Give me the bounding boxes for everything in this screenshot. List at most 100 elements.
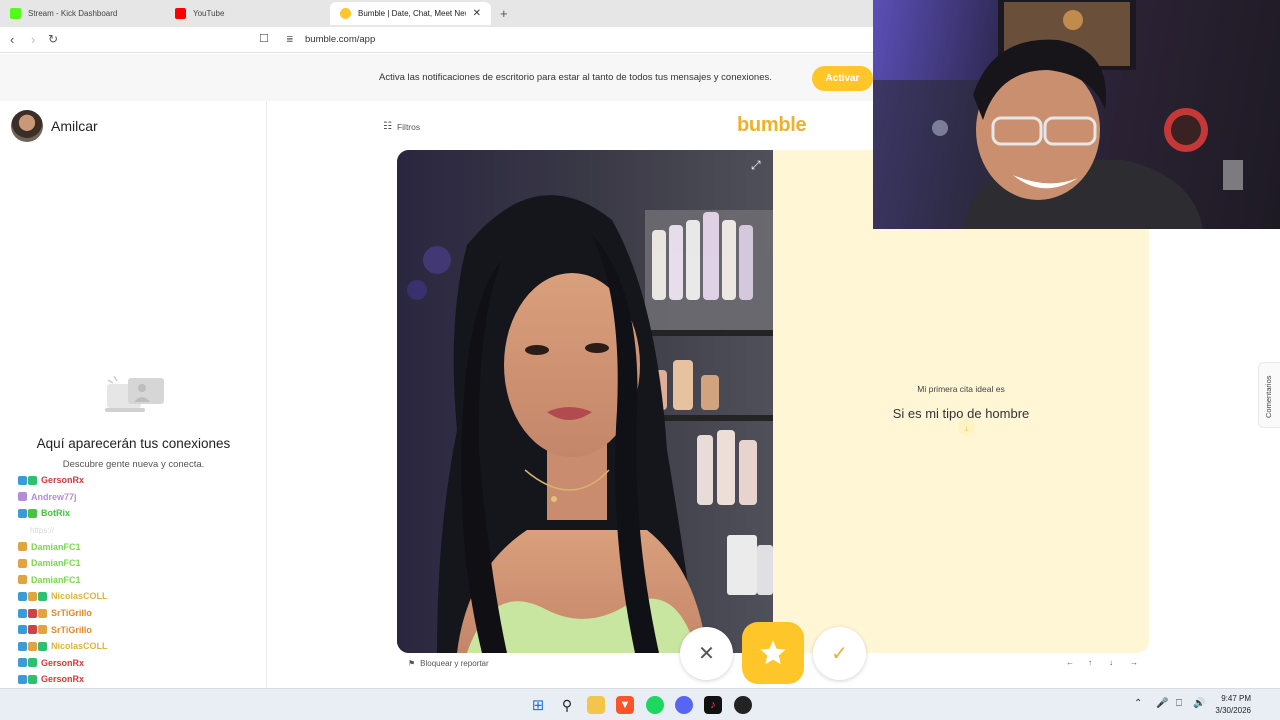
tiktok-icon[interactable]: ♪ — [704, 696, 722, 714]
discord-icon[interactable] — [675, 696, 693, 714]
chat-badge-icon — [28, 641, 37, 651]
key-left-hint: ← — [1066, 658, 1074, 667]
chat-username: NicolasCOLL — [51, 591, 108, 602]
chat-badges — [18, 542, 27, 552]
chat-username: GersonRx — [41, 657, 85, 668]
chat-badge-icon — [38, 641, 47, 651]
chat-badges — [18, 508, 37, 518]
chat-badge-icon — [28, 658, 37, 668]
chat-message: SrTiGrillo — [18, 605, 268, 622]
chat-username: DamianFC1 — [31, 541, 81, 552]
chat-message: NicolasCOLL — [18, 588, 268, 605]
tab-title: YouTube — [193, 9, 225, 18]
kick-favicon-icon — [10, 8, 21, 19]
site-settings-icon[interactable]: ≣ — [286, 34, 294, 45]
microphone-icon[interactable]: 🎤 — [1156, 698, 1168, 709]
chat-badge-icon — [38, 625, 47, 635]
chat-badges — [18, 558, 27, 568]
tab-youtube[interactable]: YouTube — [165, 2, 330, 25]
scroll-down-icon[interactable]: ↓ — [958, 419, 975, 436]
tab-bumble[interactable]: Bumble | Date, Chat, Meet New F ✕ — [330, 2, 491, 25]
tab-kick-dashboard[interactable]: Stream - Kick Dashboard — [0, 2, 165, 25]
windows-start-icon[interactable]: ⊞ — [529, 696, 547, 714]
clock-time[interactable]: 9:47 PM — [1215, 694, 1251, 703]
chat-badges — [18, 674, 37, 684]
file-explorer-icon[interactable] — [587, 696, 605, 714]
chat-badge-icon — [28, 608, 37, 618]
chat-badge-icon — [18, 558, 27, 568]
youtube-favicon-icon — [175, 8, 186, 19]
chat-username: NicolasCOLL — [51, 641, 108, 652]
chat-badges — [18, 475, 37, 485]
search-icon[interactable]: ⚲ — [558, 696, 576, 714]
username: Amilcar — [51, 118, 98, 134]
tab-title: Stream - Kick Dashboard — [28, 9, 118, 18]
new-tab-button[interactable]: + — [500, 6, 508, 21]
chat-badges — [18, 625, 47, 635]
chat-badge-icon — [18, 542, 27, 552]
filters-button[interactable]: ☷ Filtros — [383, 121, 420, 132]
chat-badge-icon — [28, 508, 37, 518]
pass-button[interactable]: ✕ — [680, 627, 733, 680]
check-icon: ✓ — [831, 643, 848, 665]
spotify-icon[interactable] — [646, 696, 664, 714]
close-icon: ✕ — [698, 643, 715, 665]
chat-username: DamianFC1 — [31, 558, 81, 569]
star-icon — [760, 640, 786, 665]
chat-badge-icon — [18, 658, 27, 668]
chat-badges — [18, 658, 37, 668]
enable-notifications-button[interactable]: Activar — [812, 66, 873, 91]
chat-message: NicolasCOLL — [18, 638, 268, 655]
empty-state-title: Aquí aparecerán tus conexiones — [36, 436, 231, 451]
url-field[interactable]: bumble.com/app — [305, 34, 375, 45]
chat-badges — [18, 492, 27, 502]
chat-message: BotRix — [18, 505, 268, 522]
bumble-logo: bumble — [737, 114, 807, 136]
brave-browser-icon[interactable]: ▼ — [616, 696, 634, 714]
chat-username: BotRix — [41, 508, 70, 519]
chat-badge-icon — [18, 591, 27, 601]
chat-badge-icon — [28, 591, 37, 601]
close-icon[interactable]: ✕ — [473, 8, 481, 19]
chevron-up-icon[interactable]: ⌃ — [1134, 698, 1142, 709]
chat-badge-icon — [18, 575, 27, 585]
obs-icon[interactable] — [734, 696, 752, 714]
volume-icon[interactable]: 🔊 — [1193, 698, 1205, 709]
expand-icon[interactable]: ⤢ — [751, 158, 761, 173]
webcam-overlay — [873, 0, 1280, 229]
chat-badge-icon — [38, 608, 47, 618]
chat-badge-icon — [18, 674, 27, 684]
bookmark-icon[interactable]: ☐ — [259, 32, 269, 45]
chat-badge-icon — [18, 475, 27, 485]
block-report-link[interactable]: ⚑ Bloquear y reportar — [408, 659, 489, 668]
forward-icon[interactable]: › — [31, 32, 35, 47]
key-down-hint: ↓ — [1109, 658, 1113, 667]
back-icon[interactable]: ‹ — [10, 32, 14, 47]
chat-badge-icon — [28, 475, 37, 485]
chat-username: SrTiGrillo — [51, 608, 92, 619]
profile-photo[interactable] — [397, 150, 773, 653]
chat-message: Andrew77j — [18, 489, 268, 506]
bumble-favicon-icon — [340, 8, 351, 19]
avatar[interactable] — [11, 110, 43, 142]
chat-message: https:// — [18, 522, 268, 539]
chat-username: Andrew77j — [31, 491, 77, 502]
chat-text: https:// — [30, 525, 55, 535]
network-icon[interactable]: ⎕ — [1176, 698, 1182, 709]
chat-badge-icon — [18, 608, 27, 618]
connections-illustration-icon — [105, 375, 164, 412]
taskbar: ⊞ ⚲ ▼ ♪ ⌃ 🎤 ⎕ 🔊 9:47 PM 3/30/2026 — [0, 688, 1280, 720]
profile-photo-image — [397, 150, 773, 653]
reload-icon[interactable]: ↻ — [48, 32, 58, 46]
clock-date[interactable]: 3/30/2026 — [1211, 706, 1251, 715]
chat-message: SrTiGrillo — [18, 621, 268, 638]
chat-message: GersonRx — [18, 655, 268, 672]
chat-message: GersonRx — [18, 472, 268, 489]
like-button[interactable]: ✓ — [813, 627, 866, 680]
superswipe-button[interactable] — [742, 622, 804, 684]
chat-badge-icon — [18, 508, 27, 518]
empty-state-subtitle: Descubre gente nueva y conecta. — [62, 459, 205, 470]
key-up-hint: ↑ — [1088, 658, 1092, 667]
flag-icon: ⚑ — [408, 659, 416, 668]
chat-badge-icon — [18, 625, 27, 635]
